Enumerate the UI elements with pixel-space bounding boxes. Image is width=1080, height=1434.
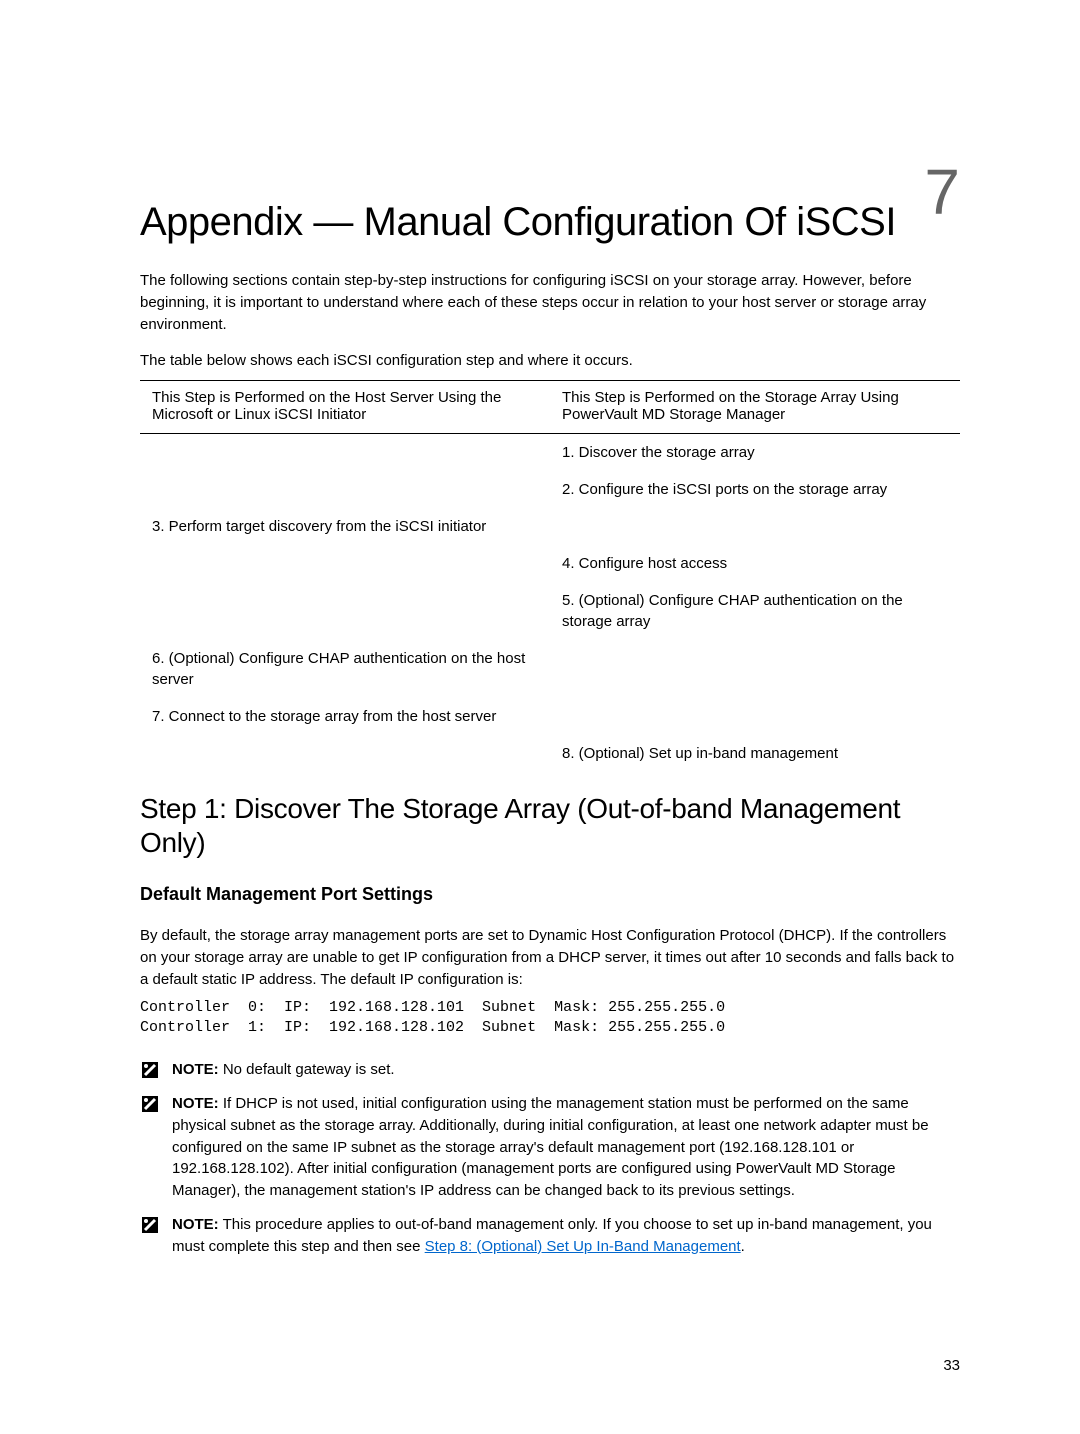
cell-right — [550, 698, 960, 735]
table-row: 7. Connect to the storage array from the… — [140, 698, 960, 735]
cell-left — [140, 582, 550, 640]
note-body-post: . — [741, 1238, 745, 1255]
cell-right: 2. Configure the iSCSI ports on the stor… — [550, 471, 960, 508]
note-label: NOTE: — [172, 1095, 219, 1112]
table-row: 4. Configure host access — [140, 545, 960, 582]
intro-paragraph: The following sections contain step-by-s… — [140, 270, 960, 335]
cell-left: 6. (Optional) Configure CHAP authenticat… — [140, 640, 550, 698]
body-paragraph: By default, the storage array management… — [140, 925, 960, 990]
note-label: NOTE: — [172, 1216, 219, 1233]
note-icon — [140, 1094, 160, 1114]
page-number: 33 — [943, 1357, 960, 1374]
section-subheading: Default Management Port Settings — [140, 884, 960, 905]
note-text: NOTE: This procedure applies to out-of-b… — [172, 1214, 960, 1258]
cell-right: 5. (Optional) Configure CHAP authenticat… — [550, 582, 960, 640]
code-block: Controller 0: IP: 192.168.128.101 Subnet… — [140, 998, 960, 1037]
table-row: 5. (Optional) Configure CHAP authenticat… — [140, 582, 960, 640]
cell-left — [140, 471, 550, 508]
note-label: NOTE: — [172, 1061, 219, 1078]
cell-right: 1. Discover the storage array — [550, 434, 960, 472]
table-header-right: This Step is Performed on the Storage Ar… — [550, 381, 960, 434]
table-caption: The table below shows each iSCSI configu… — [140, 350, 960, 372]
note-body: No default gateway is set. — [219, 1061, 395, 1078]
page-title: Appendix — Manual Configuration Of iSCSI — [140, 200, 960, 245]
cell-right: 4. Configure host access — [550, 545, 960, 582]
cell-left: 3. Perform target discovery from the iSC… — [140, 508, 550, 545]
table-row: 1. Discover the storage array — [140, 434, 960, 472]
note-text: NOTE: No default gateway is set. — [172, 1059, 960, 1081]
chapter-number: 7 — [924, 155, 960, 229]
config-steps-table: This Step is Performed on the Host Serve… — [140, 380, 960, 772]
cell-right — [550, 508, 960, 545]
table-row: 6. (Optional) Configure CHAP authenticat… — [140, 640, 960, 698]
cell-right — [550, 640, 960, 698]
note-text: NOTE: If DHCP is not used, initial confi… — [172, 1093, 960, 1202]
cell-left: 7. Connect to the storage array from the… — [140, 698, 550, 735]
cell-left — [140, 545, 550, 582]
cell-right: 8. (Optional) Set up in-band management — [550, 735, 960, 772]
table-row: 8. (Optional) Set up in-band management — [140, 735, 960, 772]
cell-left — [140, 735, 550, 772]
note-block: NOTE: No default gateway is set. — [140, 1059, 960, 1081]
note-block: NOTE: This procedure applies to out-of-b… — [140, 1214, 960, 1258]
table-header-left: This Step is Performed on the Host Serve… — [140, 381, 550, 434]
inband-management-link[interactable]: Step 8: (Optional) Set Up In-Band Manage… — [425, 1238, 741, 1255]
note-icon — [140, 1215, 160, 1235]
table-row: 2. Configure the iSCSI ports on the stor… — [140, 471, 960, 508]
note-icon — [140, 1060, 160, 1080]
note-block: NOTE: If DHCP is not used, initial confi… — [140, 1093, 960, 1202]
section-heading: Step 1: Discover The Storage Array (Out-… — [140, 792, 960, 859]
table-row: 3. Perform target discovery from the iSC… — [140, 508, 960, 545]
cell-left — [140, 434, 550, 472]
note-body: If DHCP is not used, initial configurati… — [172, 1095, 929, 1199]
